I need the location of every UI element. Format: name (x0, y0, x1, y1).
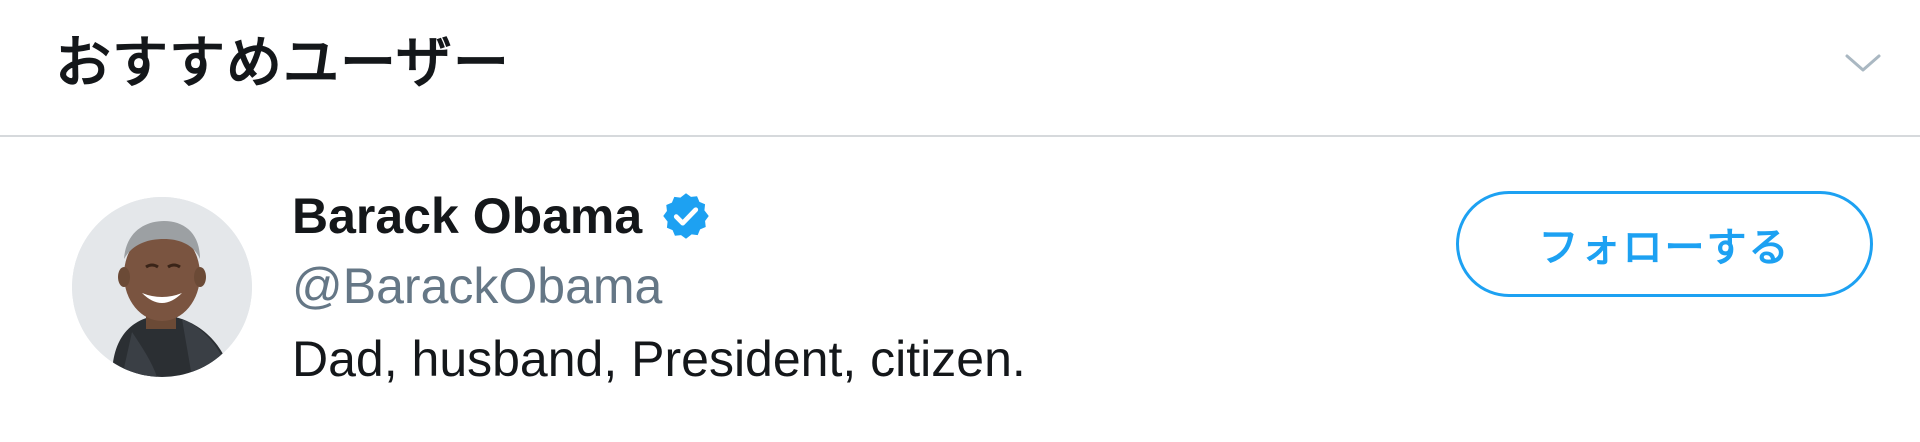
user-handle[interactable]: @BarackObama (292, 251, 1026, 321)
chevron-down-icon[interactable] (1843, 48, 1883, 78)
user-bio: Dad, husband, President, citizen. (292, 331, 1026, 387)
avatar[interactable] (72, 197, 252, 377)
suggested-user-card[interactable]: Barack Obama @BarackObama Dad, husband, … (0, 137, 1920, 442)
verified-badge-icon (660, 190, 712, 242)
display-name[interactable]: Barack Obama (292, 181, 642, 251)
name-row: Barack Obama (292, 181, 1026, 251)
section-title: おすすめユーザー (55, 31, 510, 96)
suggested-users-header: おすすめユーザー (0, 0, 1920, 137)
user-info: Barack Obama @BarackObama Dad, husband, … (292, 181, 1026, 397)
follow-button[interactable]: フォローする (1456, 191, 1873, 297)
